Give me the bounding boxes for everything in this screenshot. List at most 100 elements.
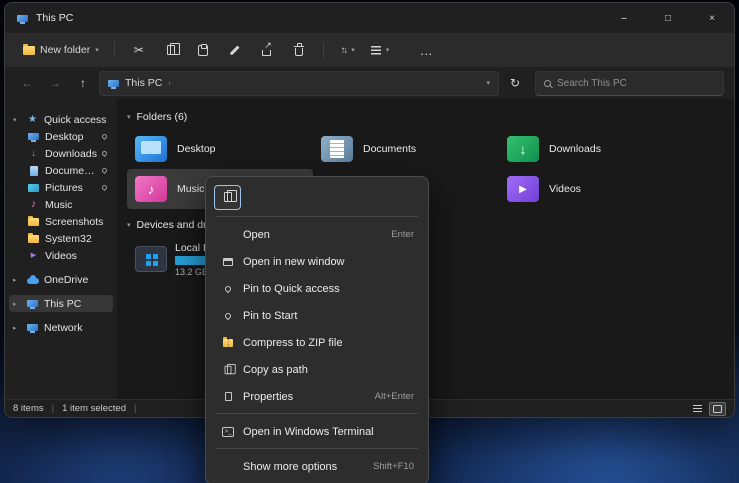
chevron-right-icon[interactable]: ▸ [13,276,21,284]
chevron-down-icon[interactable]: ▾ [127,221,131,229]
title-bar: This PC – □ × [5,3,734,33]
thumbnails-view-button[interactable] [709,402,726,416]
copy-path-icon [220,365,236,375]
videos-folder-icon: ▶ [507,176,539,202]
share-button[interactable]: ↗ [252,37,282,63]
refresh-button[interactable]: ↻ [503,71,527,95]
copy-icon-button[interactable] [214,185,241,210]
breadcrumb-this-pc[interactable]: This PC [125,77,162,89]
menu-item-copy-as-path[interactable]: Copy as path [210,356,424,383]
menu-item-open[interactable]: Open Enter [210,221,424,248]
pin-icon [220,286,236,292]
chevron-down-icon: ▾ [351,46,355,54]
item-count-label: 8 items [13,403,44,414]
pin-icon [101,133,108,140]
this-pc-icon [17,15,28,22]
zip-icon [220,339,236,347]
status-divider: | [134,403,136,414]
menu-item-open-new-window[interactable]: Open in new window [210,248,424,275]
close-button[interactable]: × [690,3,734,33]
more-options-button[interactable]: … [411,37,441,63]
details-view-button[interactable] [689,402,706,416]
folder-tile-desktop[interactable]: Desktop [127,129,313,169]
downloads-folder-icon: ↓ [507,136,539,162]
new-folder-icon [23,46,35,55]
menu-divider [216,448,418,449]
folder-tile-documents[interactable]: Documents [313,129,499,169]
view-toggles [689,402,726,416]
up-button[interactable]: ↑ [71,71,95,95]
local-disk-icon [135,246,167,272]
pictures-icon [28,184,39,192]
folders-section-title: Folders (6) [137,111,188,123]
menu-divider [216,216,418,217]
sidebar-item-documents[interactable]: Documents [9,162,113,179]
sidebar-item-network[interactable]: ▸ Network [9,319,113,336]
context-menu-icon-row [210,181,424,213]
context-menu: Open Enter Open in new window Pin to Qui… [205,176,429,483]
forward-button[interactable]: → [43,71,67,95]
share-icon: ↗ [262,50,271,56]
search-input[interactable] [557,78,715,89]
maximize-button[interactable]: □ [646,3,690,33]
chevron-right-icon[interactable]: ▸ [13,300,21,308]
sidebar-item-desktop[interactable]: Desktop [9,128,113,145]
chevron-down-icon[interactable]: ▾ [13,116,21,124]
folders-section-header[interactable]: ▾ Folders (6) [127,109,734,125]
toolbar-divider [114,42,115,58]
chevron-down-icon[interactable]: ▾ [127,113,131,121]
videos-icon: ▶ [31,252,36,259]
pin-icon [101,184,108,191]
folder-tile-videos[interactable]: ▶ Videos [499,169,685,209]
back-button[interactable]: ← [15,71,39,95]
view-button[interactable]: ▾ [365,37,396,63]
copy-button[interactable] [156,37,186,63]
sidebar-item-this-pc[interactable]: ▸ This PC [9,295,113,312]
menu-item-properties[interactable]: Properties Alt+Enter [210,383,424,410]
search-icon [544,80,551,87]
quick-access-star-icon: ★ [28,115,37,125]
chevron-right-icon[interactable]: ▸ [13,324,21,332]
sidebar-item-quick-access[interactable]: ▾ ★ Quick access [9,111,113,128]
new-window-icon [220,258,236,266]
new-folder-label: New folder [40,44,90,56]
menu-item-pin-start[interactable]: Pin to Start [210,302,424,329]
sidebar-item-system32[interactable]: System32 [9,230,113,247]
breadcrumb-dropdown-icon[interactable]: ▾ [486,79,490,87]
view-icon [371,46,381,55]
desktop-folder-icon [135,136,167,162]
sidebar-item-downloads[interactable]: ↓ Downloads [9,145,113,162]
details-view-icon [693,405,702,412]
sidebar-item-onedrive[interactable]: ▸ OneDrive [9,271,113,288]
sidebar-item-music[interactable]: ♪ Music [9,196,113,213]
properties-icon [220,392,236,401]
menu-item-compress-zip[interactable]: Compress to ZIP file [210,329,424,356]
sidebar-item-pictures[interactable]: Pictures [9,179,113,196]
menu-item-open-windows-terminal[interactable]: >_ Open in Windows Terminal [210,418,424,445]
command-bar: New folder ▾ ✂ ↗ ↑↓ ▾ ▾ … [5,33,734,67]
desktop: { "window": { "title": "This PC" }, "gly… [0,0,739,483]
search-box[interactable] [535,71,724,96]
breadcrumb[interactable]: This PC › ▾ [99,71,499,96]
chevron-down-icon: ▾ [386,46,390,54]
toolbar-divider [323,42,324,58]
sidebar-item-videos[interactable]: ▶ Videos [9,247,113,264]
sidebar-item-screenshots[interactable]: Screenshots [9,213,113,230]
folder-tile-downloads[interactable]: ↓ Downloads [499,129,685,169]
menu-divider [216,413,418,414]
breadcrumb-separator: › [168,80,170,87]
sort-icon: ↑↓ [341,45,347,56]
status-divider: | [52,403,54,414]
copy-icon [167,45,175,55]
cut-button[interactable]: ✂ [124,37,154,63]
menu-item-show-more-options[interactable]: Show more options Shift+F10 [210,453,424,480]
delete-button[interactable] [284,37,314,63]
new-folder-button[interactable]: New folder ▾ [17,37,105,63]
minimize-button[interactable]: – [602,3,646,33]
paste-button[interactable] [188,37,218,63]
folder-icon [28,218,39,226]
menu-item-pin-quick-access[interactable]: Pin to Quick access [210,275,424,302]
sort-button[interactable]: ↑↓ ▾ [333,37,363,63]
rename-button[interactable] [220,37,250,63]
selection-count-label: 1 item selected [62,403,126,414]
